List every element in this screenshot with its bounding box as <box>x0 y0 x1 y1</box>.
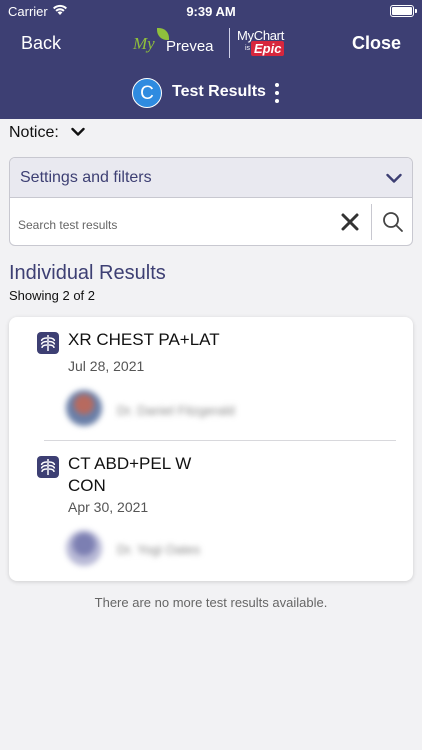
provider-avatar <box>66 390 102 426</box>
results-card: XR CHEST PA+LAT Jul 28, 2021 Dr. Daniel … <box>9 317 413 581</box>
result-name: XR CHEST PA+LAT <box>68 330 220 349</box>
logo-epic-text: Epic <box>251 41 285 56</box>
app-header: Carrier 9:39 AM Back My Prevea MyChart i… <box>0 0 422 119</box>
logo-prevea-text: Prevea <box>166 38 214 55</box>
section-title: Individual Results <box>9 262 166 284</box>
result-date: Jul 28, 2021 <box>68 358 145 374</box>
back-button[interactable]: Back <box>21 33 61 54</box>
logo-divider <box>229 28 230 58</box>
notice-label: Notice: <box>9 124 59 142</box>
logo-my-text: My <box>133 34 155 53</box>
more-options-icon[interactable] <box>271 82 283 104</box>
provider-avatar <box>66 530 102 566</box>
no-more-results-note: There are no more test results available… <box>94 595 328 610</box>
settings-filters-panel: Settings and filters <box>9 157 413 246</box>
chevron-down-icon <box>386 171 402 189</box>
notice-toggle[interactable]: Notice: <box>9 124 85 142</box>
chevron-down-icon <box>71 124 85 142</box>
clear-search-icon[interactable] <box>338 210 362 234</box>
provider-name: Dr. Yogi Oates <box>117 542 201 557</box>
settings-filters-header[interactable]: Settings and filters <box>10 158 412 198</box>
battery-icon <box>390 5 417 17</box>
xray-ribcage-icon <box>37 332 59 354</box>
myprevea-mychart-logo: My Prevea MyChart is Epic <box>133 28 293 60</box>
logo-is-text: is <box>245 45 251 52</box>
search-divider <box>371 204 372 240</box>
avatar[interactable]: C <box>132 78 162 108</box>
result-name: CT ABD+PEL W CON <box>68 454 192 495</box>
provider-name: Dr. Daniel Fitzgerald <box>117 403 235 418</box>
status-bar: Carrier 9:39 AM <box>0 0 422 22</box>
result-date: Apr 30, 2021 <box>68 499 149 515</box>
result-item[interactable]: XR CHEST PA+LAT Jul 28, 2021 Dr. Daniel … <box>9 317 413 440</box>
status-time: 9:39 AM <box>186 4 236 19</box>
page-title: Test Results <box>172 83 266 100</box>
close-button[interactable]: Close <box>352 33 401 54</box>
result-item[interactable]: CT ABD+PEL W CON Apr 30, 2021 Dr. Yogi O… <box>9 441 413 581</box>
xray-ribcage-icon <box>37 456 59 478</box>
search-input[interactable] <box>10 199 335 245</box>
search-icon[interactable] <box>381 210 405 234</box>
title-row: C Test Results <box>0 78 422 108</box>
results-count: Showing 2 of 2 <box>9 288 96 303</box>
settings-filters-title: Settings and filters <box>20 169 152 186</box>
